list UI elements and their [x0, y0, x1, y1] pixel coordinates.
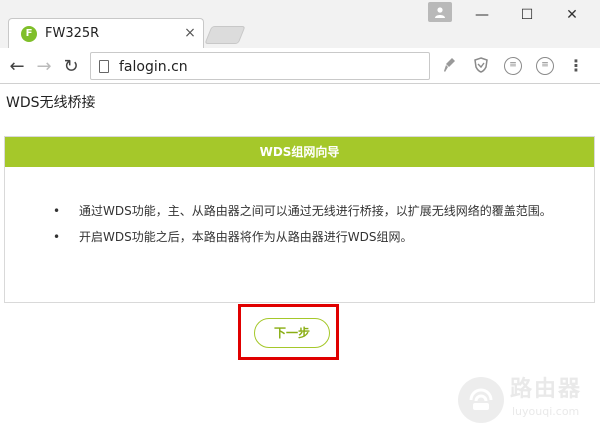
- new-tab-button[interactable]: [204, 26, 246, 44]
- bullet-text: 开启WDS功能之后，本路由器将作为从路由器进行WDS组网。: [79, 230, 413, 244]
- url-text: falogin.cn: [119, 59, 188, 75]
- watermark-logo: 路由器 luyouqi.com: [458, 373, 598, 423]
- extension-brush-icon[interactable]: [441, 57, 459, 75]
- profile-icon[interactable]: [428, 2, 452, 22]
- watermark-text: 路由器: [510, 377, 583, 402]
- forward-icon[interactable]: →: [33, 56, 55, 78]
- site-favicon-icon: F: [21, 26, 37, 42]
- close-window-button[interactable]: ✕: [557, 4, 587, 26]
- next-step-button[interactable]: 下一步: [254, 318, 330, 348]
- watermark-url: luyouqi.com: [512, 405, 580, 418]
- maximize-button[interactable]: ☐: [512, 4, 542, 26]
- reload-icon[interactable]: ↻: [60, 56, 82, 78]
- browser-titlebar: F FW325R × — ☐ ✕: [0, 0, 600, 48]
- router-logo-icon: [458, 377, 504, 423]
- tab-title: FW325R: [45, 26, 100, 41]
- extension-circle-icon-2[interactable]: ≡: [536, 57, 554, 75]
- back-icon[interactable]: ←: [6, 56, 28, 78]
- minimize-button[interactable]: —: [467, 4, 497, 26]
- browser-toolbar: ← → ↻ falogin.cn ≡ ≡ ⋮: [0, 48, 600, 84]
- extension-shield-icon[interactable]: [472, 57, 490, 75]
- wds-wizard-panel: WDS组网向导 通过WDS功能，主、从路由器之间可以通过无线进行桥接，以扩展无线…: [4, 136, 595, 303]
- browser-tab[interactable]: F FW325R ×: [8, 18, 204, 48]
- page-icon: [99, 60, 109, 73]
- browser-menu-icon[interactable]: ⋮: [568, 57, 584, 75]
- bullet-text: 通过WDS功能，主、从路由器之间可以通过无线进行桥接，以扩展无线网络的覆盖范围。: [79, 204, 552, 218]
- close-tab-icon[interactable]: ×: [183, 25, 197, 41]
- extension-circle-icon[interactable]: ≡: [504, 57, 522, 75]
- page-title: WDS无线桥接: [6, 95, 96, 111]
- panel-header: WDS组网向导: [5, 137, 594, 167]
- address-bar[interactable]: falogin.cn: [90, 52, 430, 80]
